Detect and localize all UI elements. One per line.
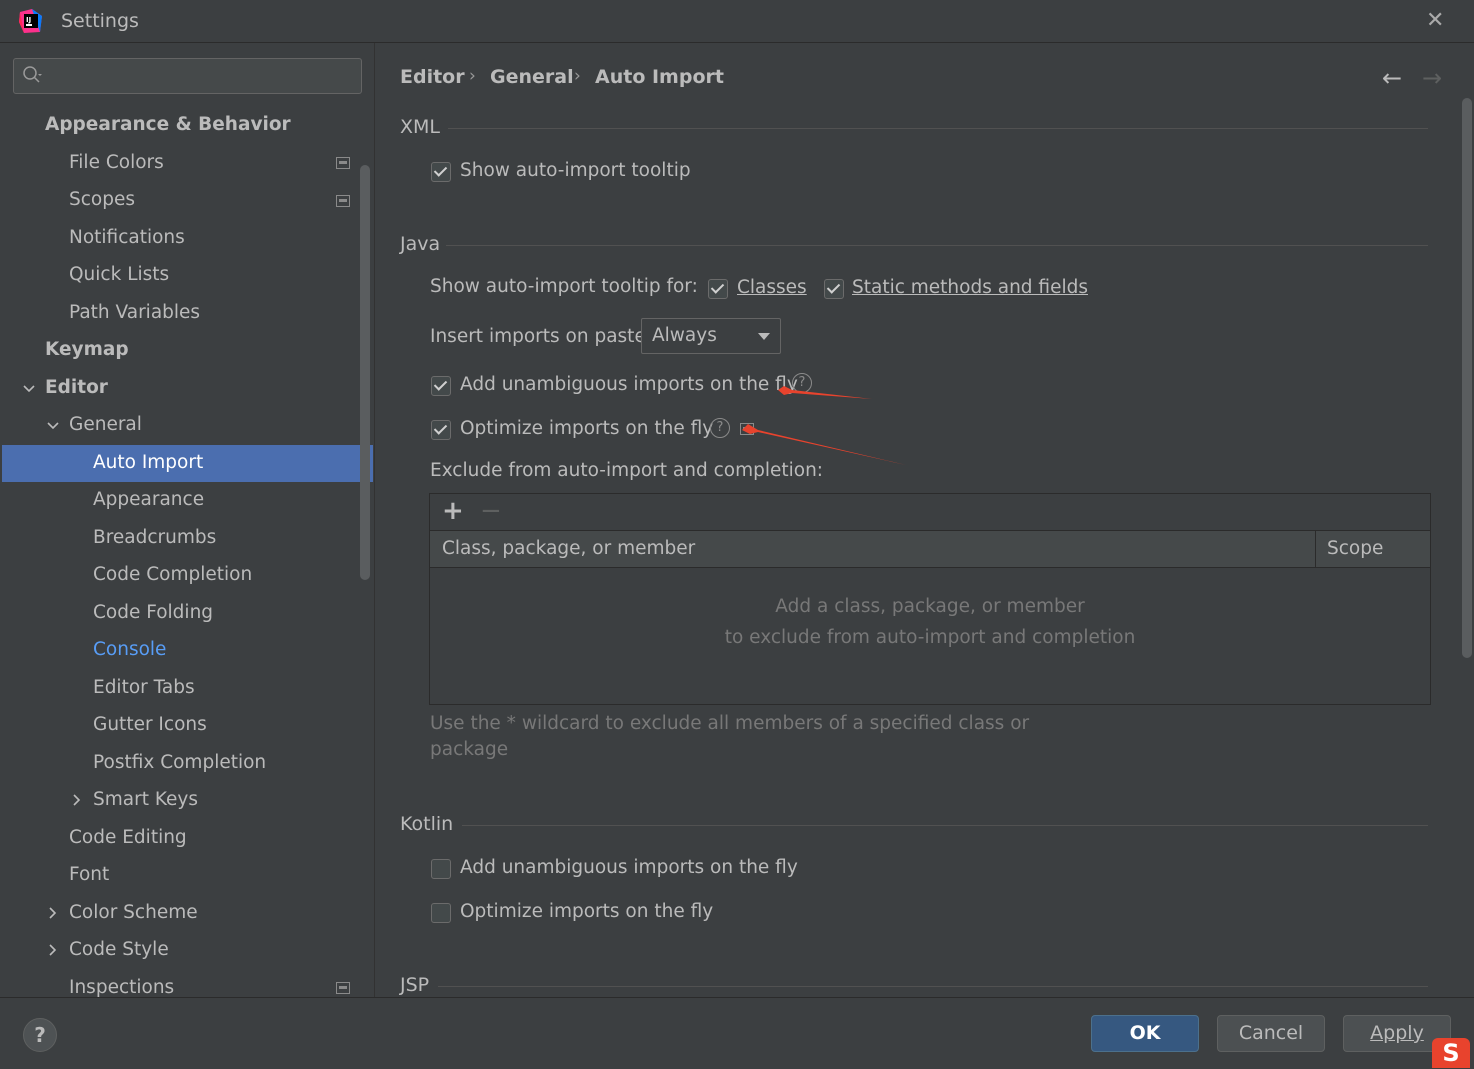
remove-icon[interactable]: −: [480, 496, 502, 526]
breadcrumb-editor: Editor: [400, 66, 465, 88]
section-divider: [446, 245, 1428, 246]
title-bar: [0, 0, 1474, 43]
search-icon: [23, 66, 42, 83]
chevron-right-icon[interactable]: [46, 906, 60, 920]
tooltip-for-label: Show auto-import tooltip for:: [430, 276, 698, 297]
back-arrow-icon[interactable]: ←: [1382, 64, 1402, 92]
kotlin-optimize-checkbox[interactable]: [431, 903, 451, 923]
table-empty-text: to exclude from auto-import and completi…: [724, 627, 1136, 648]
section-divider: [448, 128, 1428, 129]
sidebar-scrollbar[interactable]: [360, 165, 370, 580]
section-xml-title: XML: [400, 116, 440, 138]
insert-imports-label: Insert imports on paste:: [430, 326, 653, 347]
column-header-scope[interactable]: Scope: [1327, 538, 1383, 559]
sidebar-item-font[interactable]: Font: [69, 856, 109, 893]
sidebar-item-code-completion[interactable]: Code Completion: [93, 556, 252, 593]
kotlin-optimize-label[interactable]: Optimize imports on the fly: [460, 901, 713, 922]
sidebar-item-keymap[interactable]: Keymap: [45, 331, 129, 368]
table-toolbar: + −: [430, 494, 1430, 531]
wildcard-hint: Use the * wildcard to exclude all member…: [430, 713, 1030, 734]
sidebar-item-console[interactable]: Console: [93, 631, 166, 668]
sidebar-item-code-editing[interactable]: Code Editing: [69, 819, 187, 856]
exclude-table: + − Class, package, or member Scope Add …: [429, 493, 1431, 705]
ok-button[interactable]: OK: [1091, 1015, 1199, 1052]
sidebar-item-postfix-completion[interactable]: Postfix Completion: [93, 744, 266, 781]
sidebar-item-appearance-behavior[interactable]: Appearance & Behavior: [45, 106, 291, 143]
breadcrumb-separator-icon: ›: [574, 66, 581, 86]
annotation-arrows: [742, 386, 906, 465]
intellij-logo-icon: IJ: [19, 9, 42, 33]
sidebar-item-path-variables[interactable]: Path Variables: [69, 294, 200, 331]
insert-imports-value: Always: [652, 325, 717, 346]
insert-imports-select[interactable]: Always: [641, 318, 781, 354]
sidebar-item-general[interactable]: General: [69, 406, 142, 443]
sidebar-item-auto-import[interactable]: Auto Import: [93, 444, 203, 481]
dropdown-caret-icon: [758, 333, 770, 340]
svg-text:IJ: IJ: [26, 16, 31, 24]
table-empty-text: Add a class, package, or member: [775, 596, 1085, 617]
java-optimize-label[interactable]: Optimize imports on the fly: [460, 418, 713, 439]
project-level-icon: [336, 982, 350, 994]
chevron-right-icon[interactable]: [46, 943, 60, 957]
classes-checkbox[interactable]: [708, 279, 728, 299]
window-title: Settings: [61, 10, 139, 32]
section-divider: [438, 986, 1428, 987]
breadcrumb-auto-import: Auto Import: [595, 66, 724, 88]
sidebar-item-editor[interactable]: Editor: [45, 369, 108, 406]
help-icon[interactable]: ?: [710, 418, 730, 438]
xml-show-tooltip-checkbox[interactable]: [431, 162, 451, 182]
section-divider: [462, 825, 1428, 826]
sidebar-item-gutter-icons[interactable]: Gutter Icons: [93, 706, 207, 743]
add-icon[interactable]: +: [442, 496, 464, 526]
content-scrollbar[interactable]: [1462, 98, 1472, 658]
breadcrumb-general: General: [490, 66, 574, 88]
kotlin-add-unambiguous-label[interactable]: Add unambiguous imports on the fly: [460, 857, 798, 878]
section-kotlin-title: Kotlin: [400, 813, 454, 835]
exclude-label: Exclude from auto-import and completion:: [430, 460, 824, 481]
breadcrumb-separator-icon: ›: [469, 66, 476, 86]
search-input[interactable]: [13, 58, 362, 94]
sidebar-item-editor-tabs[interactable]: Editor Tabs: [93, 669, 195, 706]
chevron-down-icon[interactable]: [46, 419, 60, 433]
java-add-unambiguous-checkbox[interactable]: [431, 376, 451, 396]
forward-arrow-icon[interactable]: →: [1422, 64, 1442, 92]
sidebar-item-code-folding[interactable]: Code Folding: [93, 594, 213, 631]
table-header: Class, package, or member Scope: [430, 531, 1430, 568]
sogou-ime-icon[interactable]: S: [1432, 1038, 1470, 1068]
project-level-icon: [336, 195, 350, 207]
sidebar-item-breadcrumbs[interactable]: Breadcrumbs: [93, 519, 216, 556]
static-methods-label[interactable]: Static methods and fields: [852, 277, 1088, 298]
wildcard-hint: package: [430, 739, 509, 760]
sidebar-item-file-colors[interactable]: File Colors: [69, 144, 164, 181]
close-icon[interactable]: ✕: [1426, 8, 1444, 33]
chevron-right-icon[interactable]: [70, 793, 84, 807]
kotlin-add-unambiguous-checkbox[interactable]: [431, 859, 451, 879]
java-optimize-checkbox[interactable]: [431, 420, 451, 440]
sidebar-item-appearance[interactable]: Appearance: [93, 481, 204, 518]
chevron-down-icon[interactable]: [22, 382, 36, 396]
sidebar-item-quick-lists[interactable]: Quick Lists: [69, 256, 169, 293]
xml-show-tooltip-label[interactable]: Show auto-import tooltip: [460, 160, 691, 181]
help-button[interactable]: ?: [23, 1018, 57, 1052]
classes-label[interactable]: Classes: [737, 277, 807, 298]
project-level-icon: [336, 157, 350, 169]
sidebar-item-smart-keys[interactable]: Smart Keys: [93, 781, 198, 818]
section-jsp-title: JSP: [400, 974, 430, 996]
static-methods-checkbox[interactable]: [824, 279, 844, 299]
sidebar-item-color-scheme[interactable]: Color Scheme: [69, 894, 198, 931]
sidebar-item-notifications[interactable]: Notifications: [69, 219, 185, 256]
column-divider[interactable]: [1315, 531, 1316, 567]
section-java-title: Java: [400, 233, 441, 255]
sidebar-item-scopes[interactable]: Scopes: [69, 181, 135, 218]
sidebar-item-code-style[interactable]: Code Style: [69, 931, 169, 968]
cancel-button[interactable]: Cancel: [1217, 1015, 1325, 1052]
column-header-class[interactable]: Class, package, or member: [442, 538, 695, 559]
